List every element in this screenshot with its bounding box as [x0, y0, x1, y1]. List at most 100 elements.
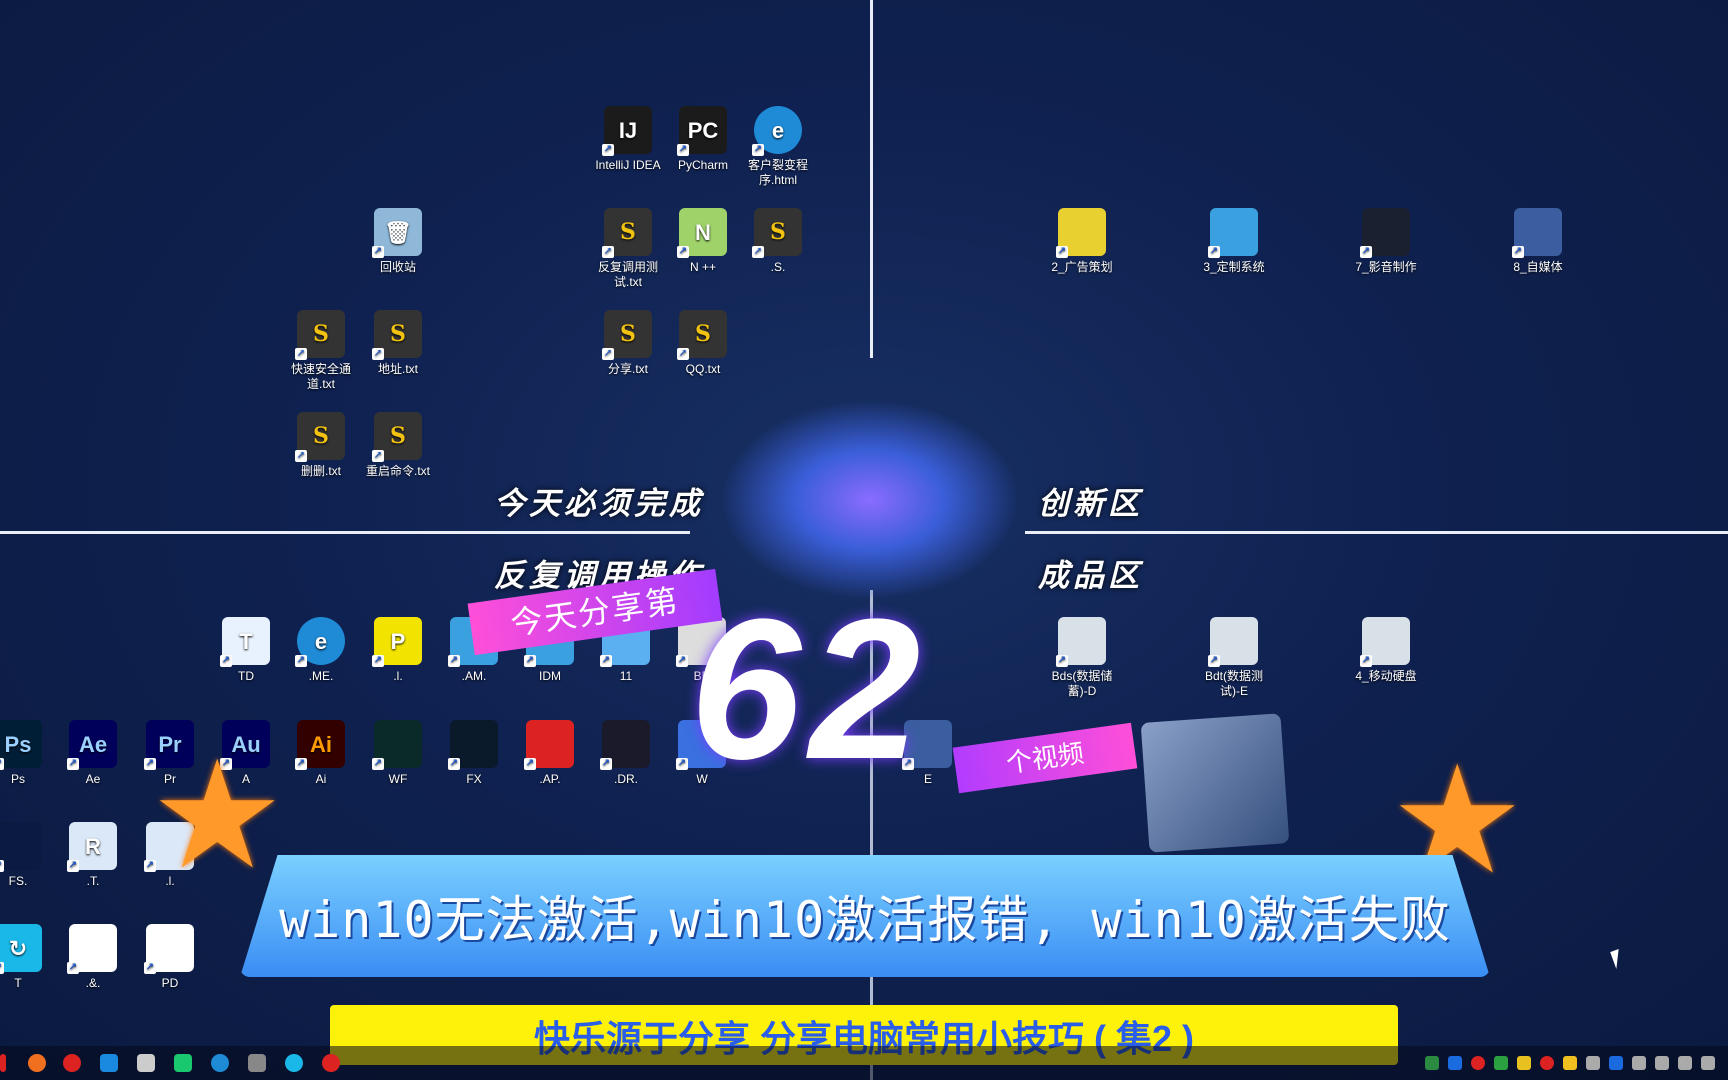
desktop-icon-top-2[interactable]: e ↗ 客户裂变程序.html — [740, 106, 816, 188]
agent-icon[interactable] — [248, 1054, 266, 1072]
shield-icon[interactable] — [1517, 1056, 1531, 1070]
shortcut-arrow-icon: ↗ — [676, 758, 688, 770]
desktop-icon-bottom-22[interactable]: R ↗ .T. — [55, 822, 131, 889]
recorder-icon[interactable] — [322, 1054, 340, 1072]
shortcut-arrow-icon: ↗ — [524, 758, 536, 770]
desktop-icon-bottom-11[interactable]: Ae ↗ Ae — [55, 720, 131, 787]
shortcut-arrow-icon: ↗ — [0, 860, 4, 872]
icon-label: .ME. — [308, 669, 334, 683]
desktop-icon-bottom-9[interactable]: ↗ 4_移动硬盘 — [1348, 617, 1424, 684]
record-icon[interactable] — [63, 1054, 81, 1072]
security-icon[interactable] — [1494, 1056, 1508, 1070]
start-icon[interactable] — [0, 1054, 6, 1072]
icon-label: 回收站 — [379, 260, 416, 274]
app-tray-icon[interactable] — [1540, 1056, 1554, 1070]
desktop-icon-top-1[interactable]: PC ↗ PyCharm — [665, 106, 741, 173]
sublime-text-icon: S ↗ — [677, 310, 727, 360]
icon-label: 7_影音制作 — [1355, 260, 1417, 274]
shortcut-arrow-icon: ↗ — [295, 450, 307, 462]
icon-label: Bdt(数据测试)-E — [1204, 669, 1263, 698]
icon-label: QQ.txt — [685, 362, 721, 376]
desktop-icon-top-5[interactable]: N ↗ N ++ — [665, 208, 741, 275]
desktop-icon-top-8[interactable]: S ↗ 地址.txt — [360, 310, 436, 377]
icon-label: .T. — [86, 874, 100, 888]
shortcut-arrow-icon: ↗ — [372, 450, 384, 462]
drive-icon: ↗ — [1360, 617, 1410, 667]
window-tray-icon[interactable] — [1586, 1056, 1600, 1070]
desktop-icon-bottom-25[interactable]: ↗ .&. — [55, 924, 131, 991]
network-icon[interactable] — [1632, 1056, 1646, 1070]
desktop-icon-top-4[interactable]: S ↗ 反复调用测试.txt — [590, 208, 666, 290]
desktop-icon-top-12[interactable]: S ↗ 重启命令.txt — [360, 412, 436, 479]
shortcut-arrow-icon: ↗ — [144, 962, 156, 974]
bluetooth-icon[interactable] — [1448, 1056, 1462, 1070]
desktop-icon-bottom-16[interactable]: ↗ FX — [436, 720, 512, 787]
desktop-icon-bottom-21[interactable]: ↗ FS. — [0, 822, 56, 889]
desktop-icon-top-15[interactable]: ↗ 7_影音制作 — [1348, 208, 1424, 275]
after-effects-icon: Ae ↗ — [67, 720, 117, 770]
photoshop-icon: Ps↗ — [0, 720, 42, 770]
icon-label: IDM — [539, 669, 561, 683]
drive-icon: ↗ — [1056, 617, 1106, 667]
record-tray-icon[interactable] — [1471, 1056, 1485, 1070]
desktop-icon-top-10[interactable]: S ↗ QQ.txt — [665, 310, 741, 377]
title-banner-text: win10无法激活,win10激活报错, win10激活失败 — [279, 891, 1451, 949]
shortcut-arrow-icon: ↗ — [677, 144, 689, 156]
icon-label: 2_广告策划 — [1051, 260, 1113, 274]
desktop-icon-bottom-17[interactable]: ↗ .AP. — [512, 720, 588, 787]
edge-icon[interactable] — [211, 1054, 229, 1072]
crop-icon[interactable] — [137, 1054, 155, 1072]
audio-bars-tray-icon[interactable] — [1609, 1056, 1623, 1070]
desktop-icon-bottom-2[interactable]: P ↗ .l. — [360, 617, 436, 684]
app-icon: R ↗ — [67, 822, 117, 872]
desktop-icon-top-13[interactable]: ↗ 2_广告策划 — [1044, 208, 1120, 275]
shortcut-arrow-icon: ↗ — [448, 758, 460, 770]
desktop-icon-bottom-15[interactable]: ↗ WF — [360, 720, 436, 787]
sublime-text-icon: S ↗ — [372, 310, 422, 360]
desktop-icon-top-6[interactable]: S ↗ .S. — [740, 208, 816, 275]
shortcut-arrow-icon: ↗ — [0, 758, 4, 770]
icon-label: T — [14, 976, 22, 990]
code-editor-icon[interactable] — [174, 1054, 192, 1072]
app-taskbar-icon[interactable] — [100, 1054, 118, 1072]
desktop-icon-bottom-24[interactable]: ↻↗ T — [0, 924, 56, 991]
icon-label: 删删.txt — [300, 464, 341, 478]
desktop-icon-bottom-7[interactable]: ↗ Bds(数据储蓄)-D — [1044, 617, 1120, 699]
desktop-icon-bottom-14[interactable]: Ai ↗ Ai — [283, 720, 359, 787]
desktop-icon-top-9[interactable]: S ↗ 分享.txt — [590, 310, 666, 377]
icon-label: FS. — [8, 874, 28, 888]
browser-icon[interactable] — [285, 1054, 303, 1072]
desktop-icon-top-11[interactable]: S ↗ 删删.txt — [283, 412, 359, 479]
desktop-icon-top-14[interactable]: ↗ 3_定制系统 — [1196, 208, 1272, 275]
zone-divider-horizontal-left — [0, 531, 690, 534]
wifi-icon[interactable] — [1678, 1056, 1692, 1070]
desktop-icon-top-3[interactable]: 🗑 ↗ 回收站 — [360, 208, 436, 275]
shortcut-arrow-icon: ↗ — [295, 758, 307, 770]
shortcut-arrow-icon: ↗ — [0, 962, 4, 974]
star-decoration-left: ★ — [150, 731, 285, 899]
volume-icon[interactable] — [1655, 1056, 1669, 1070]
desktop-icon-top-0[interactable]: IJ ↗ IntelliJ IDEA — [590, 106, 666, 173]
desktop-icon-top-16[interactable]: ↗ 8_自媒体 — [1500, 208, 1576, 275]
shortcut-arrow-icon: ↗ — [67, 758, 79, 770]
desktop-icon-bottom-1[interactable]: e ↗ .ME. — [283, 617, 359, 684]
desktop-icon-bottom-0[interactable]: T ↗ TD — [208, 617, 284, 684]
audio-bars-icon: ↗ — [0, 822, 42, 872]
icon-label: 4_移动硬盘 — [1355, 669, 1417, 683]
desktop-icon-bottom-26[interactable]: ↗ PD — [132, 924, 208, 991]
shortcut-arrow-icon: ↗ — [372, 758, 384, 770]
desktop-icon-bottom-8[interactable]: ↗ Bdt(数据测试)-E — [1196, 617, 1272, 699]
sublime-text-icon: S ↗ — [602, 208, 652, 258]
nvidia-icon[interactable] — [1425, 1056, 1439, 1070]
icon-label: 反复调用测试.txt — [597, 260, 658, 289]
icon-label: Bds(数据储蓄)-D — [1051, 669, 1113, 698]
sublime-text-icon: S ↗ — [752, 208, 802, 258]
desktop-icon-bottom-10[interactable]: Ps↗ Ps — [0, 720, 56, 787]
folder-tray-icon[interactable] — [1563, 1056, 1577, 1070]
icon-label: 地址.txt — [377, 362, 418, 376]
desktop-icon-top-7[interactable]: S ↗ 快速安全通道.txt — [283, 310, 359, 392]
search-icon[interactable] — [28, 1054, 46, 1072]
folder-shortcut-icon: ↗ — [1208, 208, 1258, 258]
keyboard-icon[interactable] — [1701, 1056, 1715, 1070]
desktop-icon-bottom-18[interactable]: ↗ .DR. — [588, 720, 664, 787]
